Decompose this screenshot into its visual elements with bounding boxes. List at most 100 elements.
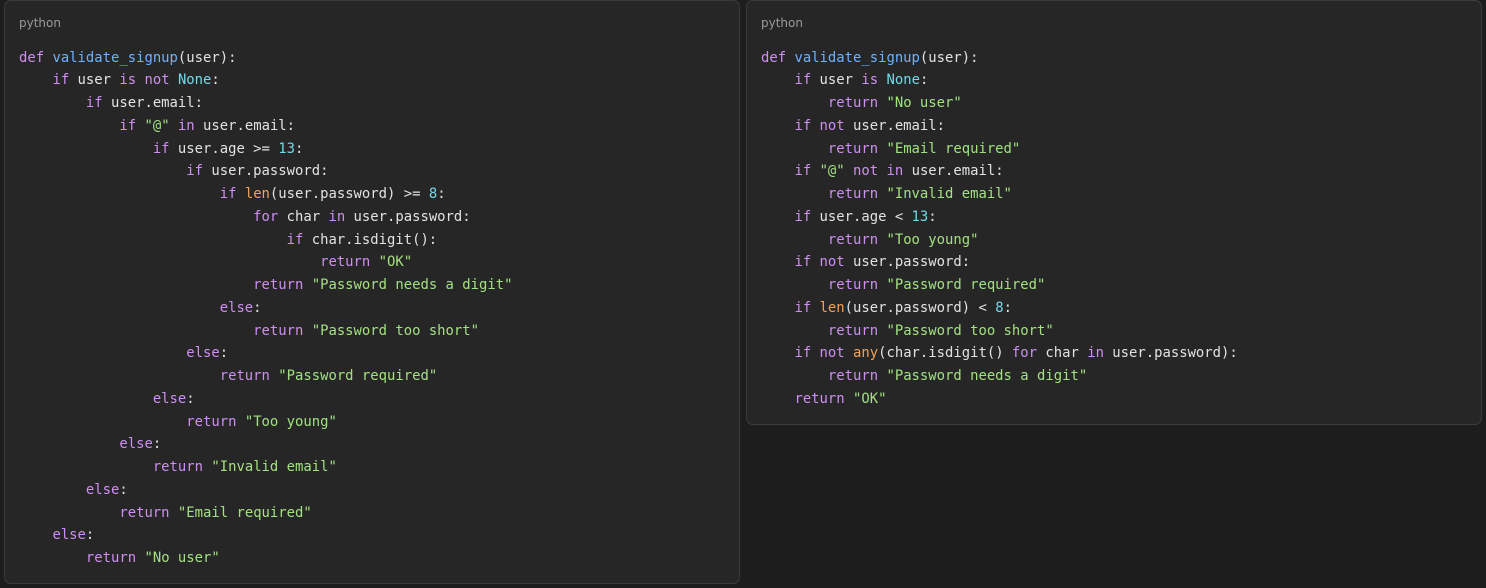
keyword-token: else — [52, 527, 86, 544]
code-line: else: — [19, 524, 512, 547]
keyword-token: if — [794, 72, 812, 89]
code-line: return "Password required" — [761, 274, 1238, 297]
keyword-token: is not — [119, 72, 170, 89]
plain-token: user.password: — [203, 163, 329, 180]
string-token: "OK" — [378, 254, 413, 271]
code-line: if len(user.password) >= 8: — [19, 183, 512, 206]
plain-token: : — [437, 186, 446, 202]
code-line: return "Password required" — [19, 365, 512, 388]
keyword-token: return — [119, 504, 170, 521]
code-line: def validate_signup(user): — [761, 47, 1238, 70]
code-line: for char in user.password: — [19, 206, 512, 229]
language-label: python — [19, 16, 61, 30]
code-line: return "Email required" — [19, 502, 512, 525]
keyword-token: return — [827, 140, 879, 157]
code-body[interactable]: def validate_signup(user): if user is no… — [19, 47, 512, 570]
keyword-token: return — [827, 95, 879, 111]
code-block-nested: python def validate_signup(user): if use… — [4, 0, 740, 584]
keyword-token: if — [286, 231, 304, 248]
keyword-token: def — [761, 49, 787, 66]
code-line: if user.age < 13: — [761, 206, 1238, 229]
builtin-token: len — [819, 299, 845, 316]
code-line: return "Password needs a digit" — [761, 365, 1238, 388]
plain-token: (user): — [177, 49, 237, 66]
keyword-token: if — [119, 117, 137, 134]
string-token: "OK" — [853, 390, 887, 407]
code-body[interactable]: def validate_signup(user): if user is No… — [761, 47, 1238, 411]
code-line: return "Too young" — [761, 229, 1238, 252]
plain-token: char.isdigit(): — [303, 231, 438, 248]
code-line: if user is not None: — [19, 69, 512, 92]
keyword-token: if — [152, 140, 170, 157]
plain-token: (char.isdigit() — [878, 345, 1012, 362]
keyword-token: else — [219, 299, 254, 316]
keyword-token: return — [186, 413, 237, 430]
string-token: "Too young" — [886, 231, 979, 248]
plain-token: user.password): — [1103, 345, 1238, 362]
plain-token: : — [253, 299, 262, 316]
plain-token: char — [278, 208, 329, 225]
code-line: return "OK" — [761, 388, 1238, 411]
code-line: else: — [19, 388, 512, 411]
constant-token: None — [177, 72, 212, 89]
code-line: return "Password needs a digit" — [19, 274, 512, 297]
string-token: "Password too short" — [886, 322, 1054, 339]
keyword-token: else — [85, 481, 120, 498]
plain-token: user.age < — [811, 208, 912, 225]
keyword-token: return — [827, 231, 879, 248]
plain-token: : — [119, 481, 128, 498]
keyword-token: if — [794, 163, 812, 180]
code-line: return "No user" — [761, 92, 1238, 115]
keyword-token: else — [186, 345, 220, 362]
code-line: if char.isdigit(): — [19, 229, 512, 252]
string-token: "Password required" — [278, 368, 438, 384]
keyword-token: for — [1011, 345, 1038, 362]
string-token: "Too young" — [244, 413, 337, 430]
keyword-token: if not — [794, 345, 845, 362]
string-token: "No user" — [886, 95, 962, 111]
code-line: if "@" in user.email: — [19, 115, 512, 138]
keyword-token: if — [219, 186, 237, 202]
code-line: if user.age >= 13: — [19, 138, 512, 161]
language-label: python — [761, 16, 803, 30]
plain-token: : — [928, 208, 937, 225]
code-line: if not user.password: — [761, 251, 1238, 274]
code-line: return "Invalid email" — [761, 183, 1238, 206]
keyword-token: return — [827, 322, 879, 339]
code-line: if user.password: — [19, 160, 512, 183]
keyword-token: if — [794, 299, 812, 316]
keyword-token: return — [219, 368, 270, 384]
plain-token: (user.password) < — [844, 299, 996, 316]
plain-token: : — [152, 436, 162, 453]
plain-token: (user.password) >= — [269, 186, 429, 202]
plain-token: : — [919, 72, 929, 89]
plain-token: user.email: — [102, 95, 203, 111]
keyword-token: is — [861, 72, 879, 89]
code-line: return "Email required" — [761, 138, 1238, 161]
keyword-token: if — [52, 72, 70, 89]
plain-token: : — [186, 390, 195, 407]
